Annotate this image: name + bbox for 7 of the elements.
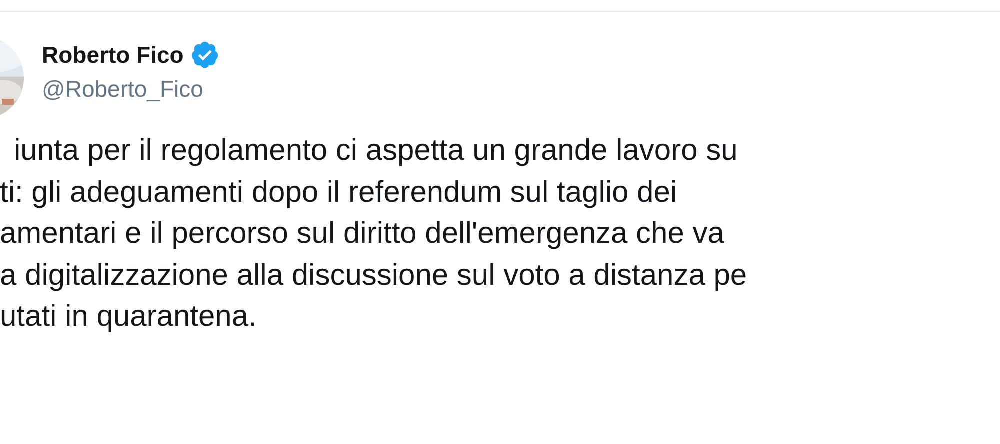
tweet-text: amentari e il percorso sul diritto dell'emergenza che va xyxy=(0,216,726,252)
tweet-text: iunta per il regolamento ci aspetta un grande lavoro su xyxy=(13,133,739,169)
tweet-text: a digitalizzazione alla discussione sul voto a distanza pe xyxy=(0,258,748,294)
author-handle[interactable]: @Roberto_Fico xyxy=(42,74,1000,104)
tweet-text: ti: gli adeguamenti dopo il referendum sul taglio dei xyxy=(0,174,678,210)
author-name[interactable]: Roberto Fico xyxy=(42,40,184,70)
tweet-text: utati in quarantena. xyxy=(0,299,258,335)
